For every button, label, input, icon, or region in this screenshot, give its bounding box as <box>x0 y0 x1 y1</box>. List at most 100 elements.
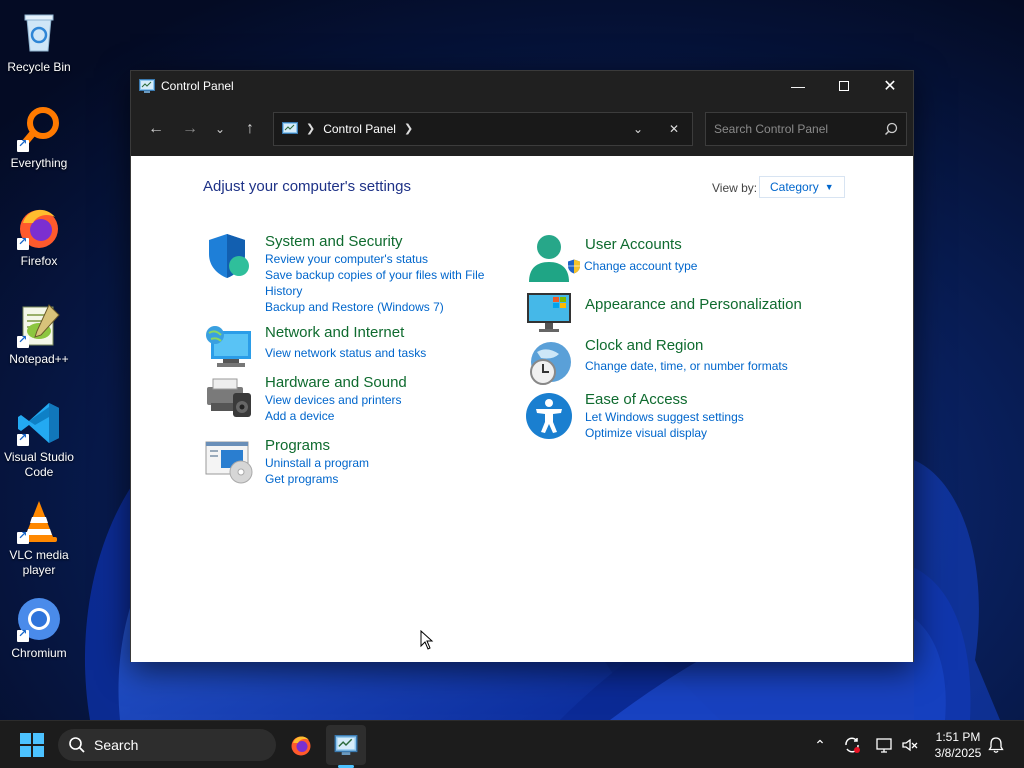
up-arrow-icon: ↑ <box>246 119 254 137</box>
address-history-button[interactable]: ⌄ <box>620 113 656 145</box>
breadcrumb-control-panel[interactable]: Control Panel <box>323 122 396 136</box>
category-link[interactable]: Add a device <box>265 408 505 424</box>
category-link[interactable]: Change account type <box>584 258 697 274</box>
taskbar-firefox-button[interactable] <box>284 721 318 768</box>
ease-of-access-icon <box>526 393 572 439</box>
page-title: Adjust your computer's settings <box>203 178 411 195</box>
clock-globe-icon <box>530 342 571 385</box>
navigation-bar: ← → ⌄ ↑ ❯ Control Panel ❯ ⌄ ✕ <box>131 101 913 156</box>
shortcut-arrow-icon <box>17 235 29 250</box>
category-title[interactable]: System and Security <box>265 232 505 251</box>
desktop-icon-label: VLC media player <box>9 548 69 577</box>
show-hidden-icons-button[interactable]: ⌃ <box>806 721 834 768</box>
everything-search-icon <box>13 104 65 154</box>
title-bar[interactable]: Control Panel ― ✕ <box>131 71 913 101</box>
category-link[interactable]: Change date, time, or number formats <box>585 358 825 374</box>
back-button[interactable]: ← <box>139 114 173 144</box>
category-link[interactable]: Review your computer's status <box>265 251 505 267</box>
mouse-cursor-icon <box>420 630 434 650</box>
desktop-icon-everything[interactable]: Everything <box>0 104 78 171</box>
shortcut-arrow-icon <box>17 627 29 642</box>
back-arrow-icon: ← <box>148 119 164 137</box>
vlc-icon <box>13 496 65 546</box>
taskbar: Search ⌃ 1:51 PM 3/8/2025 <box>0 720 1024 768</box>
notifications-button[interactable] <box>982 721 1010 768</box>
view-by-dropdown[interactable]: Category ▼ <box>759 176 845 198</box>
close-icon: ✕ <box>883 78 897 95</box>
category-title[interactable]: Programs <box>265 436 505 455</box>
shortcut-arrow-icon <box>17 333 29 348</box>
desktop-icon-vscode[interactable]: Visual Studio Code <box>0 398 78 480</box>
close-button[interactable]: ✕ <box>867 71 913 101</box>
chevron-down-icon: ⌄ <box>632 121 644 136</box>
search-box[interactable] <box>705 111 907 146</box>
recycle-bin-icon <box>13 8 65 58</box>
firefox-icon <box>13 202 65 252</box>
search-icon <box>884 122 898 135</box>
taskbar-search-label: Search <box>94 737 139 753</box>
caret-down-icon: ▼ <box>824 182 834 192</box>
category-title[interactable]: Network and Internet <box>265 323 505 342</box>
desktop-icon-recycle-bin[interactable]: Recycle Bin <box>0 8 78 75</box>
shield-icon <box>209 234 249 278</box>
category-link[interactable]: View network status and tasks <box>265 345 505 361</box>
forward-button[interactable]: → <box>173 114 207 144</box>
maximize-icon <box>839 81 849 91</box>
tray-network-button[interactable] <box>870 721 898 768</box>
forward-arrow-icon: → <box>182 119 198 137</box>
category-link[interactable]: Uninstall a program <box>265 455 505 471</box>
minimize-icon: ― <box>791 78 805 94</box>
tray-update-icon-button[interactable] <box>838 721 866 768</box>
category-link[interactable]: Backup and Restore (Windows 7) <box>265 299 505 315</box>
up-button[interactable]: ↑ <box>233 114 267 144</box>
desktop-icon-firefox[interactable]: Firefox <box>0 202 78 269</box>
category-link[interactable]: Get programs <box>265 471 505 487</box>
minimize-button[interactable]: ― <box>775 71 821 101</box>
taskbar-search-box[interactable]: Search <box>58 729 276 761</box>
search-icon <box>69 737 85 753</box>
desktop-icon-notepad-plus-plus[interactable]: Notepad++ <box>0 300 78 367</box>
start-button[interactable] <box>14 721 50 768</box>
network-icon <box>876 738 892 753</box>
notepad-plus-plus-icon <box>13 300 65 350</box>
volume-muted-icon <box>902 738 918 752</box>
chromium-icon <box>13 594 65 644</box>
network-globe-icon <box>206 326 251 367</box>
desktop-icon-vlc[interactable]: VLC media player <box>0 496 78 578</box>
taskbar-control-panel-button[interactable] <box>326 725 366 765</box>
recent-locations-button[interactable]: ⌄ <box>207 114 233 144</box>
category-title[interactable]: Appearance and Personalization <box>585 295 825 314</box>
desktop-icon-label: Firefox <box>20 254 58 268</box>
shortcut-arrow-icon <box>17 137 29 152</box>
search-input[interactable] <box>714 121 884 136</box>
breadcrumb-chevron-icon[interactable]: ❯ <box>404 122 413 135</box>
category-link[interactable]: View devices and printers <box>265 392 505 408</box>
category-title[interactable]: Ease of Access <box>585 390 825 409</box>
category-link-change-account-type[interactable]: Change account type <box>567 258 825 274</box>
printer-speaker-icon <box>207 378 251 417</box>
category-link[interactable]: Optimize visual display <box>585 425 825 441</box>
programs-disc-icon <box>205 441 253 484</box>
address-bar[interactable]: ❯ Control Panel ❯ ⌄ ✕ <box>273 111 693 146</box>
vscode-icon <box>13 398 65 448</box>
control-panel-content: Adjust your computer's settings View by:… <box>131 156 913 662</box>
maximize-button[interactable] <box>821 71 867 101</box>
desktop-icon-label: Notepad++ <box>9 352 69 366</box>
desktop-icon-label: Visual Studio Code <box>4 450 74 479</box>
control-panel-icon <box>282 121 298 134</box>
category-link[interactable]: Let Windows suggest settings <box>585 409 825 425</box>
category-title[interactable]: Clock and Region <box>585 336 825 355</box>
bell-icon <box>988 737 1004 753</box>
desktop-icon-label: Everything <box>10 156 68 170</box>
category-link[interactable]: Save backup copies of your files with Fi… <box>265 267 505 299</box>
category-title[interactable]: User Accounts <box>585 235 825 254</box>
breadcrumb-chevron-icon: ❯ <box>306 123 316 135</box>
desktop-icon-label: Recycle Bin <box>7 60 71 74</box>
chevron-up-icon: ⌃ <box>814 736 826 753</box>
category-title[interactable]: Hardware and Sound <box>265 373 505 392</box>
chevron-down-icon: ⌄ <box>214 121 226 136</box>
desktop-icon-chromium[interactable]: Chromium <box>0 594 78 661</box>
firefox-icon <box>291 736 311 756</box>
windows-logo-icon <box>20 733 44 757</box>
clear-address-button[interactable]: ✕ <box>656 113 692 145</box>
